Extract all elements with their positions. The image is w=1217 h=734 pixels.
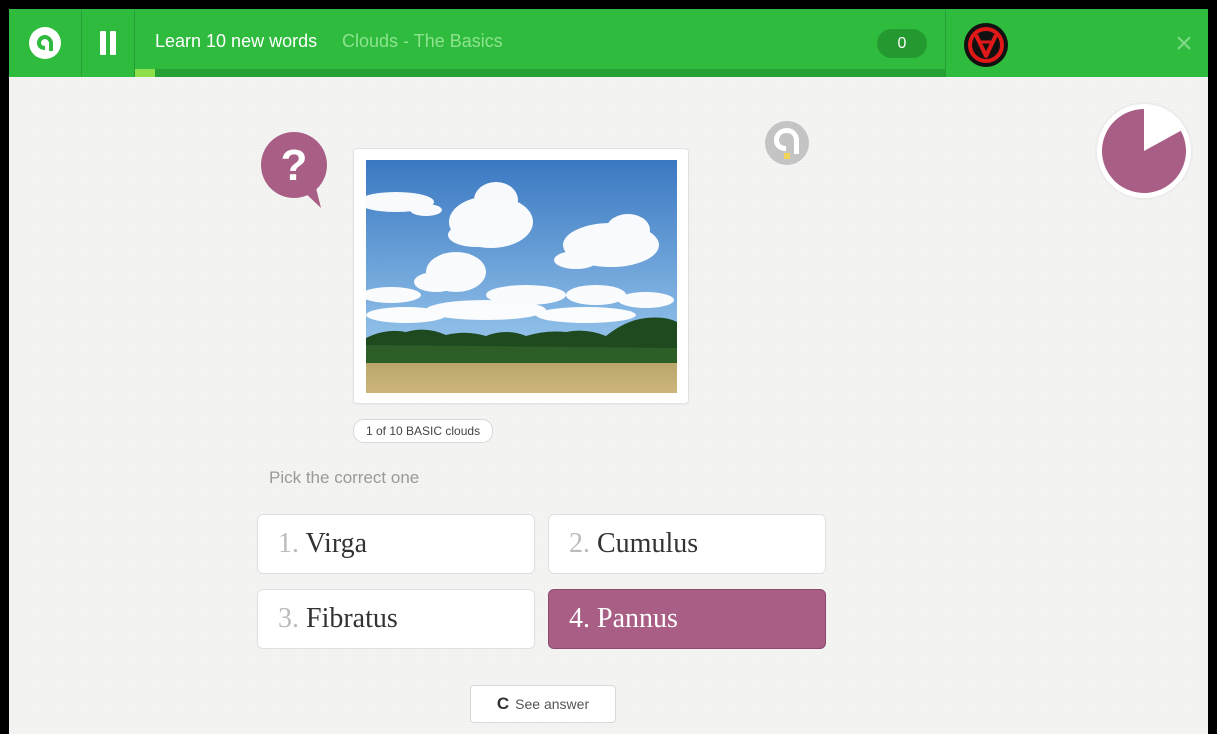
close-button[interactable]: × [1169, 29, 1199, 59]
cloud-photo [366, 160, 677, 393]
session-progress-bar [135, 69, 945, 77]
avatar-icon [964, 23, 1008, 67]
course-title: Clouds - The Basics [342, 31, 503, 51]
mem-hint-button[interactable] [764, 120, 810, 166]
session-progress-fill [135, 69, 156, 77]
app-frame: Learn 10 new words Clouds - The Basics 0… [9, 9, 1208, 734]
answer-option-2[interactable]: 2. Cumulus [548, 514, 826, 574]
countdown-timer [1094, 101, 1194, 201]
prompt-text: Pick the correct one [269, 468, 420, 487]
refresh-icon: C [496, 694, 510, 713]
question-mark-glyph: ? [281, 141, 308, 190]
see-answer-button[interactable]: C See answer [470, 685, 616, 723]
option-number: 2. [569, 528, 590, 559]
score-badge: 0 [877, 29, 927, 58]
answer-option-1[interactable]: 1. Virga [257, 514, 535, 574]
topbar-divider [945, 9, 946, 77]
pause-button[interactable] [82, 9, 135, 77]
session-title: Learn 10 new words [155, 31, 318, 51]
option-label: Fibratus [306, 603, 398, 634]
pause-icon [98, 31, 118, 55]
option-label: Virga [305, 528, 368, 559]
top-bar: Learn 10 new words Clouds - The Basics 0… [9, 9, 1208, 77]
answer-option-3[interactable]: 3. Fibratus [257, 589, 535, 649]
option-number: 1. [278, 528, 299, 559]
option-number: 3. [278, 603, 299, 634]
cloud-image-card [353, 148, 689, 404]
question-bubble-icon: ? [257, 130, 331, 210]
see-answer-label: See answer [515, 696, 590, 712]
user-avatar[interactable] [963, 22, 1009, 68]
mem-hint-icon [765, 121, 809, 165]
memrise-logo-icon [29, 27, 61, 59]
option-label: Cumulus [597, 528, 699, 559]
option-label: Pannus [597, 603, 678, 634]
home-logo-button[interactable] [9, 9, 82, 77]
option-number: 4. [569, 603, 590, 634]
progress-tag: 1 of 10 BASIC clouds [353, 419, 494, 443]
answer-option-4[interactable]: 4. Pannus [548, 589, 826, 649]
